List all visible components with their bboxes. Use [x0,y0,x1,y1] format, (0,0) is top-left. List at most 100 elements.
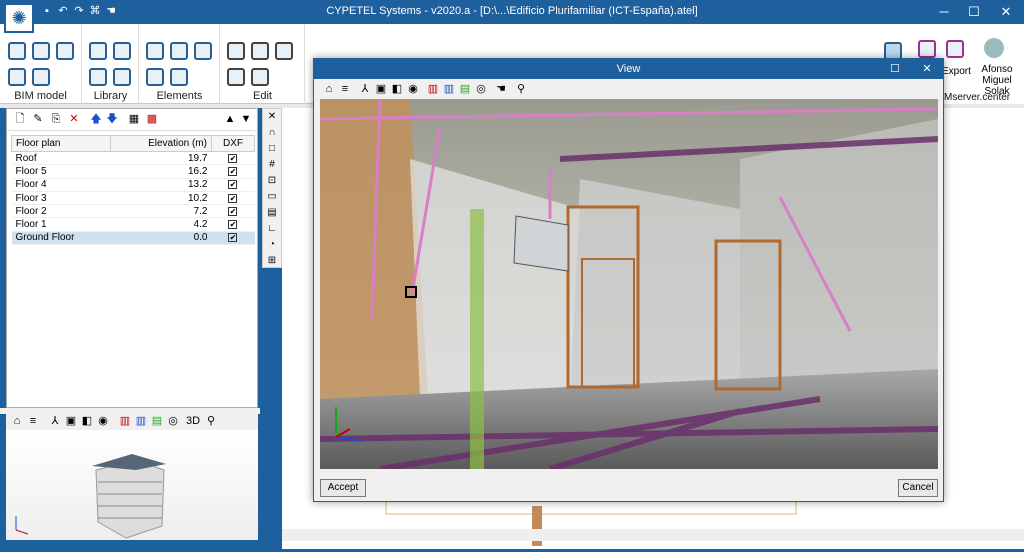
col-dxf[interactable]: DXF [210,135,256,152]
cube-view-icon[interactable]: ▣ [374,82,388,96]
dxf-checkbox[interactable]: ✔ [228,180,238,190]
3d-viewport[interactable] [320,99,938,469]
new-floor-icon[interactable]: 🗋 [13,112,27,126]
tools-icon[interactable]: ✕ [263,109,281,125]
visibility-icon[interactable]: ◎ [474,82,488,96]
dxf-checkbox-cell[interactable]: ✔ [211,191,255,206]
table-row[interactable]: Floor 2 7.2 ✔ [11,204,255,219]
library-book-icon[interactable] [89,42,107,60]
dxf-checkbox[interactable]: ✔ [228,153,238,163]
horizontal-scrollbar[interactable] [282,529,1024,541]
dialog-maximize-button[interactable]: ☐ [880,59,910,79]
edit-floor-icon[interactable]: ✎ [31,112,45,126]
zoom-icon[interactable]: ⚲ [514,82,528,96]
bim-cube-icon[interactable] [32,42,50,60]
dialog-close-button[interactable]: ✕ [912,59,942,79]
axes-icon[interactable]: ⅄ [48,414,62,428]
home-view-icon[interactable]: ⌂ [10,414,24,428]
dxf-checkbox[interactable]: ✔ [228,166,238,176]
dimension-icon[interactable]: ▭ [263,189,281,205]
col-elevation[interactable]: Elevation (m) [110,135,212,152]
table-row[interactable]: Ground Floor 0.0 ✔ [11,231,255,246]
copy-floor-icon[interactable]: ⎘ [49,112,63,126]
dxf-checkbox[interactable]: ✔ [228,206,238,216]
dxf-checkbox[interactable]: ✔ [228,233,238,243]
zoom-icon[interactable]: ⚲ [204,414,218,428]
view-red-icon[interactable]: ▥ [426,82,440,96]
library-edit-icon[interactable] [113,68,131,86]
orbit-icon[interactable]: ◔ [263,237,281,253]
bim-grid-icon[interactable] [8,42,26,60]
accept-button[interactable]: Accept [320,479,366,497]
close-button[interactable]: ✕ [990,0,1022,24]
library-save-icon[interactable] [113,42,131,60]
view-green-icon[interactable]: ▤ [150,414,164,428]
bim-panel-icon[interactable] [32,68,50,86]
dxf-checkbox-cell[interactable]: ✔ [211,204,255,219]
erase-icon[interactable] [227,68,245,86]
grid-icon[interactable]: # [263,157,281,173]
dxf-checkbox-cell[interactable]: ✔ [211,231,255,246]
scroll-up-icon[interactable]: ▲ [223,112,237,126]
ruler-icon[interactable]: ▤ [263,205,281,221]
3d-preview[interactable] [6,430,258,540]
dxf-icon[interactable]: ▦ [127,112,141,126]
view-green-icon[interactable]: ▤ [458,82,472,96]
eye-icon[interactable]: ◉ [96,414,110,428]
avatar[interactable] [984,38,1004,58]
arrow-up-icon[interactable]: 🡅 [89,112,103,126]
rotate-icon[interactable] [275,42,293,60]
dxf-checkbox[interactable]: ✔ [228,220,238,230]
view-blue-icon[interactable]: ▥ [134,414,148,428]
export-icon[interactable] [946,40,964,58]
home-view-icon[interactable]: ⌂ [322,82,336,96]
select-icon[interactable]: □ [263,141,281,157]
arrow-down-icon[interactable]: 🡇 [105,112,119,126]
element-panel-icon[interactable] [170,68,188,86]
move-icon[interactable] [251,42,269,60]
dxf-checkbox-cell[interactable]: ✔ [211,178,255,192]
dxf-checkbox-cell[interactable]: ✔ [211,217,255,232]
magnet-icon[interactable]: ∩ [263,125,281,141]
cube-shade-icon[interactable]: ◧ [80,414,94,428]
cube-view-icon[interactable]: ▣ [64,414,78,428]
table-row[interactable]: Floor 4 13.2 ✔ [11,178,255,192]
cube-shade-icon[interactable]: ◧ [390,82,404,96]
scroll-down-icon[interactable]: ▼ [239,112,253,126]
axes-icon[interactable]: ⅄ [358,82,372,96]
copy-icon[interactable] [251,68,269,86]
view-blue-icon[interactable]: ▥ [442,82,456,96]
table-row[interactable]: Floor 1 4.2 ✔ [11,217,255,232]
minimize-button[interactable]: ─ [928,0,960,24]
bim-cylinder-icon[interactable] [56,42,74,60]
table-row[interactable]: Floor 3 10.2 ✔ [11,191,255,206]
col-floor-plan[interactable]: Floor plan [10,135,112,152]
element-cylinder-icon[interactable] [194,42,212,60]
bim-server-icon[interactable] [918,40,936,58]
snap-icon[interactable]: ⊡ [263,173,281,189]
visibility-icon[interactable]: ◎ [166,414,180,428]
bim-door-icon[interactable] [8,68,26,86]
cancel-button[interactable]: Cancel [898,479,938,497]
layers-icon[interactable]: ≡ [338,82,352,96]
eye-icon[interactable]: ◉ [406,82,420,96]
app-logo-icon[interactable]: ✺ [4,3,34,33]
dxf-checkbox-cell[interactable]: ✔ [211,151,255,166]
table-row[interactable]: Floor 5 16.2 ✔ [11,164,255,179]
element-door-icon[interactable] [146,68,164,86]
delete-floor-icon[interactable]: ✕ [67,112,81,126]
fit-icon[interactable]: ⊞ [263,253,281,269]
dxf-checkbox[interactable]: ✔ [228,193,238,203]
maximize-button[interactable]: ☐ [958,0,990,24]
hand-icon[interactable]: ☚ [494,82,508,96]
dxf-delete-icon[interactable]: ▩ [145,112,159,126]
library-import-icon[interactable] [89,68,107,86]
layers-icon[interactable]: ≡ [26,414,40,428]
angle-icon[interactable]: ∟ [263,221,281,237]
view-red-icon[interactable]: ▥ [118,414,132,428]
element-grid-icon[interactable] [146,42,164,60]
dxf-checkbox-cell[interactable]: ✔ [211,164,255,179]
3d-text-icon[interactable]: 3D [186,414,200,428]
element-cube-icon[interactable] [170,42,188,60]
table-row[interactable]: Roof 19.7 ✔ [11,151,255,166]
